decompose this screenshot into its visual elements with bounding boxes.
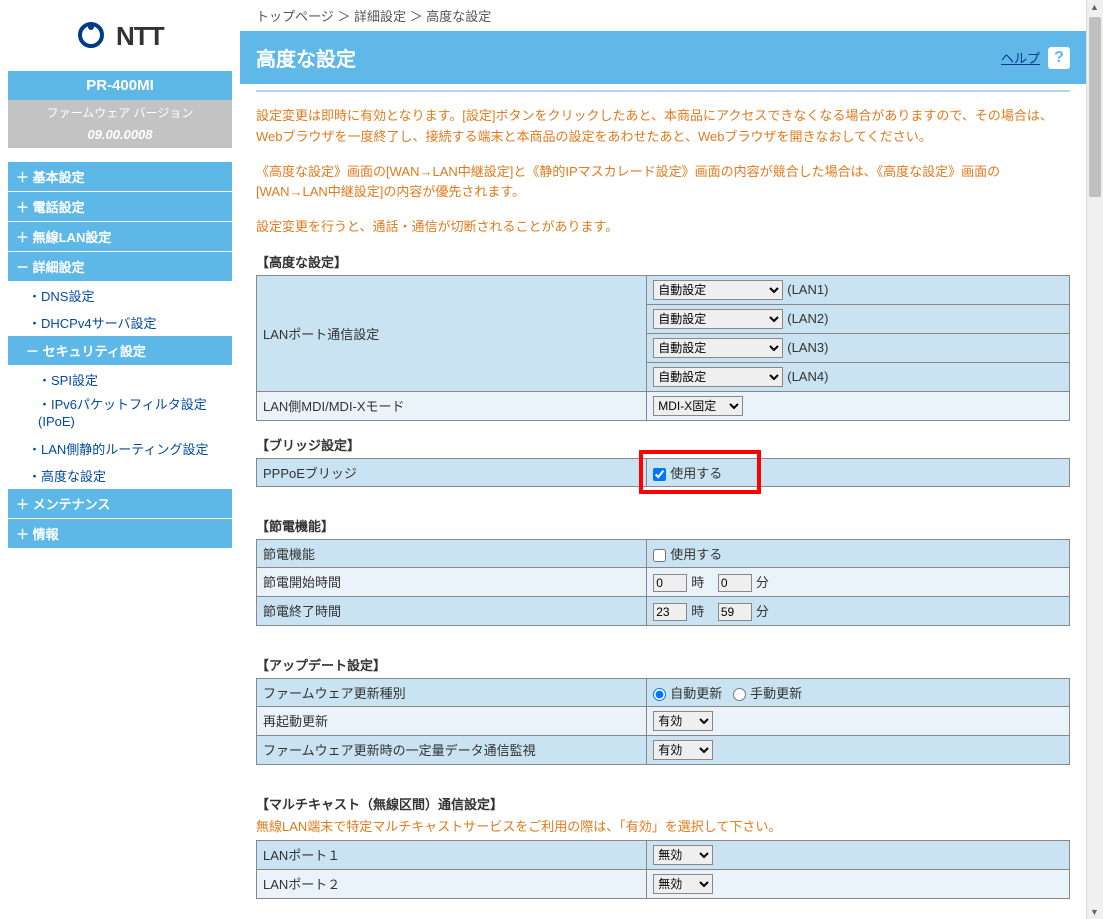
- nav-advanced[interactable]: ・高度な設定: [8, 462, 232, 489]
- nav-detail[interactable]: － 詳細設定: [8, 252, 232, 282]
- update-auto-label[interactable]: 自動更新: [653, 686, 722, 701]
- logo-text: NTT: [116, 21, 164, 52]
- update-manual-label[interactable]: 手動更新: [733, 686, 802, 701]
- ntt-logo-icon: [76, 20, 106, 53]
- breadcrumb: トップページ ＞ 詳細設定 ＞ 高度な設定: [240, 0, 1086, 31]
- power-end-label: 節電終了時間: [257, 596, 647, 625]
- nav-maintenance[interactable]: ＋ メンテナンス: [8, 489, 232, 519]
- update-auto-radio[interactable]: [653, 688, 666, 701]
- mc-lan2-select[interactable]: 無効: [653, 874, 713, 894]
- pppoe-value-cell: 使用する: [647, 458, 1070, 486]
- power-use-label[interactable]: 使用する: [653, 547, 722, 562]
- help-icon[interactable]: ?: [1048, 47, 1070, 69]
- lan3-select[interactable]: 自動設定: [653, 338, 783, 358]
- multicast-note: 無線LAN端末で特定マルチキャストサービスをご利用の際は、「有効」を選択して下さ…: [256, 817, 1070, 838]
- page-title-bar: 高度な設定 ヘルプ ?: [240, 31, 1086, 84]
- nav-phone[interactable]: ＋ 電話設定: [8, 192, 232, 222]
- divider: [256, 90, 1070, 92]
- update-type-label: ファームウェア更新種別: [257, 678, 647, 706]
- warning-3: 設定変更を行うと、通話・通信が切断されることがあります。: [256, 217, 1070, 238]
- section-power-title: 【節電機能】: [256, 516, 1070, 535]
- fw-label: ファームウェア バージョン: [8, 100, 232, 125]
- power-start-m[interactable]: [718, 574, 752, 592]
- section-bridge-title: 【ブリッジ設定】: [256, 435, 1070, 454]
- nav-spi[interactable]: ・SPI設定: [8, 366, 232, 393]
- nav-basic[interactable]: ＋ 基本設定: [8, 162, 232, 192]
- power-start-h[interactable]: [653, 574, 687, 592]
- bridge-table: PPPoEブリッジ 使用する: [256, 458, 1070, 487]
- mc-lan1-select[interactable]: 無効: [653, 845, 713, 865]
- pppoe-use-label[interactable]: 使用する: [653, 466, 722, 481]
- pppoe-label: PPPoEブリッジ: [257, 458, 647, 486]
- mc-lan2-label: LANポート２: [257, 869, 647, 898]
- section-update-title: 【アップデート設定】: [256, 655, 1070, 674]
- nav-menu: ＋ 基本設定 ＋ 電話設定 ＋ 無線LAN設定 － 詳細設定 ・DNS設定 ・D…: [8, 162, 232, 549]
- power-start-label: 節電開始時間: [257, 567, 647, 596]
- nav-info[interactable]: ＋ 情報: [8, 519, 232, 549]
- power-table: 節電機能 使用する 節電開始時間 時 分 節電終了時間 時 分: [256, 539, 1070, 626]
- mdi-select[interactable]: MDI-X固定: [653, 396, 743, 416]
- power-checkbox[interactable]: [653, 549, 666, 562]
- warning-2: 《高度な設定》画面の[WAN→LAN中継設定]と《静的IPマスカレード設定》画面…: [256, 162, 1070, 204]
- mdi-label: LAN側MDI/MDI-Xモード: [257, 391, 647, 420]
- update-table: ファームウェア更新種別 自動更新 手動更新 再起動更新 有効 ファームウェア更新…: [256, 678, 1070, 765]
- lan2-select[interactable]: 自動設定: [653, 309, 783, 329]
- reboot-update-select[interactable]: 有効: [653, 711, 713, 731]
- warning-1: 設定変更は即時に有効となります。[設定]ボタンをクリックしたあと、本商品にアクセ…: [256, 106, 1070, 148]
- advanced-table: LANポート通信設定 自動設定(LAN1) 自動設定(LAN2) 自動設定(LA…: [256, 275, 1070, 421]
- scrollbar-thumb[interactable]: [1089, 17, 1101, 197]
- lan4-select[interactable]: 自動設定: [653, 367, 783, 387]
- fw-version: 09.00.0008: [8, 125, 232, 148]
- main-content: トップページ ＞ 詳細設定 ＞ 高度な設定 高度な設定 ヘルプ ? 設定変更は即…: [240, 0, 1086, 919]
- nav-ipv6filter[interactable]: ・IPv6パケットフィルタ設定(IPoE): [8, 393, 232, 435]
- mc-lan1-label: LANポート１: [257, 840, 647, 869]
- power-end-h[interactable]: [653, 603, 687, 621]
- logo: NTT: [8, 10, 232, 71]
- sidebar: NTT PR-400MI ファームウェア バージョン 09.00.0008 ＋ …: [0, 0, 240, 919]
- power-row1-label: 節電機能: [257, 539, 647, 567]
- pppoe-checkbox[interactable]: [653, 468, 666, 481]
- page-title: 高度な設定: [256, 43, 356, 72]
- nav-static-routing[interactable]: ・LAN側静的ルーティング設定: [8, 435, 232, 462]
- model-badge: PR-400MI: [8, 71, 232, 100]
- traffic-monitor-label: ファームウェア更新時の一定量データ通信監視: [257, 735, 647, 764]
- vertical-scrollbar[interactable]: [1086, 0, 1103, 919]
- nav-dhcp[interactable]: ・DHCPv4サーバ設定: [8, 309, 232, 336]
- lan-port-label: LANポート通信設定: [257, 275, 647, 391]
- help-link[interactable]: ヘルプ: [1001, 48, 1040, 67]
- nav-dns[interactable]: ・DNS設定: [8, 282, 232, 309]
- traffic-monitor-select[interactable]: 有効: [653, 740, 713, 760]
- section-advanced-title: 【高度な設定】: [256, 252, 1070, 271]
- nav-wlan[interactable]: ＋ 無線LAN設定: [8, 222, 232, 252]
- nav-security[interactable]: － セキュリティ設定: [8, 336, 232, 366]
- power-end-m[interactable]: [718, 603, 752, 621]
- multicast-table: LANポート１ 無効 LANポート２ 無効: [256, 840, 1070, 899]
- update-manual-radio[interactable]: [733, 688, 746, 701]
- lan1-select[interactable]: 自動設定: [653, 280, 783, 300]
- reboot-update-label: 再起動更新: [257, 706, 647, 735]
- section-multicast-title: 【マルチキャスト（無線区間）通信設定】: [256, 794, 1070, 813]
